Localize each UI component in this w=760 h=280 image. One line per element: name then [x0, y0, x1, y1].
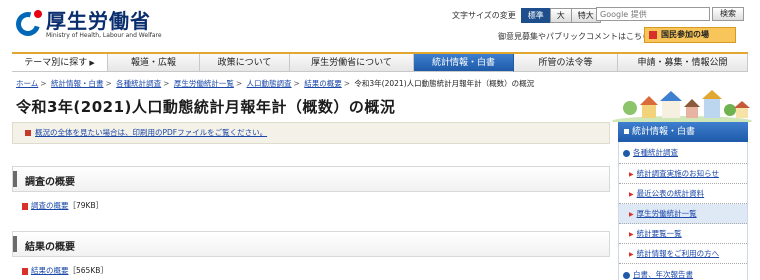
breadcrumb-current: 令和3年(2021)人口動態統計月報年計（概数）の概況 — [354, 79, 535, 88]
nav-laws[interactable]: 所管の法令等 — [514, 54, 618, 72]
sidebar-item-whitepaper[interactable]: 白書、年次報告書 — [619, 264, 747, 280]
search-button[interactable]: 検索 — [712, 7, 744, 21]
sidebar-item-notice[interactable]: ▶ 統計調査実施のお知らせ — [619, 164, 747, 184]
breadcrumb-link[interactable]: 結果の概要 — [304, 79, 342, 88]
sidebar-heading[interactable]: 統計情報・白書 — [618, 122, 748, 142]
bullet-icon — [623, 271, 630, 279]
font-size-switcher: 文字サイズの変更 標準 大 特大 — [452, 8, 601, 23]
section-bar — [13, 171, 17, 187]
breadcrumb-link[interactable]: 各種統計調査 — [116, 79, 161, 88]
bullet-icon — [623, 149, 630, 157]
section-title: 調査の概要 — [25, 177, 75, 188]
pdf-notice: 概況の全体を見たい場合は、印刷用のPDFファイルをご覧ください。 — [12, 122, 610, 144]
public-comment-link[interactable]: 御意見募集やパブリックコメントはこちら — [498, 31, 650, 42]
sidebar-item-yoran[interactable]: ▶ 統計要覧一覧 — [619, 224, 747, 244]
breadcrumb-link[interactable]: 人口動態調査 — [247, 79, 292, 88]
square-icon — [649, 31, 657, 39]
section-title: 結果の概要 — [25, 242, 75, 253]
section-bar — [13, 236, 17, 252]
sidebar-item-users[interactable]: ▶ 統計情報をご利用の方へ — [619, 244, 747, 264]
file-link-row: 結果の概要［565KB］ — [22, 265, 108, 276]
sidebar-item-surveys[interactable]: 各種統計調査 — [619, 142, 747, 164]
breadcrumb-link[interactable]: 厚生労働統計一覧 — [174, 79, 234, 88]
sidebar: 統計情報・白書 各種統計調査 ▶ 統計調査実施のお知らせ ▶ 最近公表の統計資料 ▶… — [618, 122, 748, 280]
mhlw-logo-icon — [11, 7, 45, 41]
search-box: 検索 — [596, 7, 744, 21]
breadcrumb: ホーム > 統計情報・白書 > 各種統計調査 > 厚生労働統計一覧 > 人口動態調査 > … — [16, 78, 534, 89]
triangle-right-icon: ▶ — [629, 251, 634, 258]
section-header: 調査の概要 — [12, 166, 610, 192]
nav-statistics[interactable]: 統計情報・白書 — [414, 54, 514, 72]
search-input[interactable] — [596, 7, 710, 21]
global-nav: テーマ別に探す ▶ 報道・広報 政策について 厚生労働省について 統計情報・白書 … — [12, 52, 748, 72]
pdf-notice-link[interactable]: 概況の全体を見たい場合は、印刷用のPDFファイルをご覧ください。 — [35, 128, 267, 137]
nav-about[interactable]: 厚生労働省について — [290, 54, 414, 72]
triangle-right-icon: ▶ — [629, 211, 634, 218]
triangle-right-icon: ▶ — [629, 231, 634, 238]
breadcrumb-separator: > — [40, 79, 47, 88]
kokumin-label: 国民参加の場 — [661, 30, 709, 39]
logo-title: 厚生労働省 — [46, 9, 151, 33]
file-link[interactable]: 調査の概要 — [31, 201, 69, 210]
breadcrumb-separator: > — [293, 79, 300, 88]
breadcrumb-separator: > — [235, 79, 243, 88]
nav-policy[interactable]: 政策について — [200, 54, 290, 72]
logo-subtitle: Ministry of Health, Labour and Welfare — [46, 32, 162, 39]
site-logo[interactable]: 厚生労働省 Ministry of Health, Labour and Wel… — [11, 7, 162, 41]
font-size-large-button[interactable]: 大 — [549, 8, 572, 23]
info-square-icon — [25, 130, 31, 136]
triangle-right-icon: ▶ — [89, 59, 95, 67]
file-size: ［565KB］ — [68, 266, 108, 275]
triangle-right-icon: ▶ — [629, 171, 634, 178]
breadcrumb-separator: > — [343, 79, 351, 88]
triangle-right-icon: ▶ — [629, 191, 634, 198]
sidebar-item-recent[interactable]: ▶ 最近公表の統計資料 — [619, 184, 747, 204]
square-icon — [624, 129, 629, 134]
breadcrumb-separator: > — [163, 79, 170, 88]
file-size: ［79KB］ — [68, 201, 104, 210]
breadcrumb-separator: > — [105, 79, 112, 88]
kokumin-button[interactable]: 国民参加の場 — [644, 27, 736, 43]
nav-press[interactable]: 報道・広報 — [108, 54, 200, 72]
pdf-icon — [22, 202, 28, 210]
font-size-label: 文字サイズの変更 — [452, 11, 516, 20]
breadcrumb-link[interactable]: ホーム — [16, 79, 38, 88]
nav-theme[interactable]: テーマ別に探す ▶ — [12, 54, 108, 72]
page-title: 令和3年(2021)人口動態統計月報年計（概数）の概況 — [16, 98, 396, 116]
sidebar-item-list[interactable]: ▶ 厚生労働統計一覧 — [619, 204, 747, 224]
pdf-icon — [22, 267, 28, 275]
file-link[interactable]: 結果の概要 — [31, 266, 69, 275]
font-size-standard-button[interactable]: 標準 — [520, 8, 551, 23]
file-link-row: 調査の概要［79KB］ — [22, 200, 103, 211]
nav-applications[interactable]: 申請・募集・情報公開 — [618, 54, 748, 72]
town-illustration — [612, 90, 752, 122]
breadcrumb-link[interactable]: 統計情報・白書 — [51, 79, 104, 88]
section-header: 結果の概要 — [12, 231, 610, 257]
